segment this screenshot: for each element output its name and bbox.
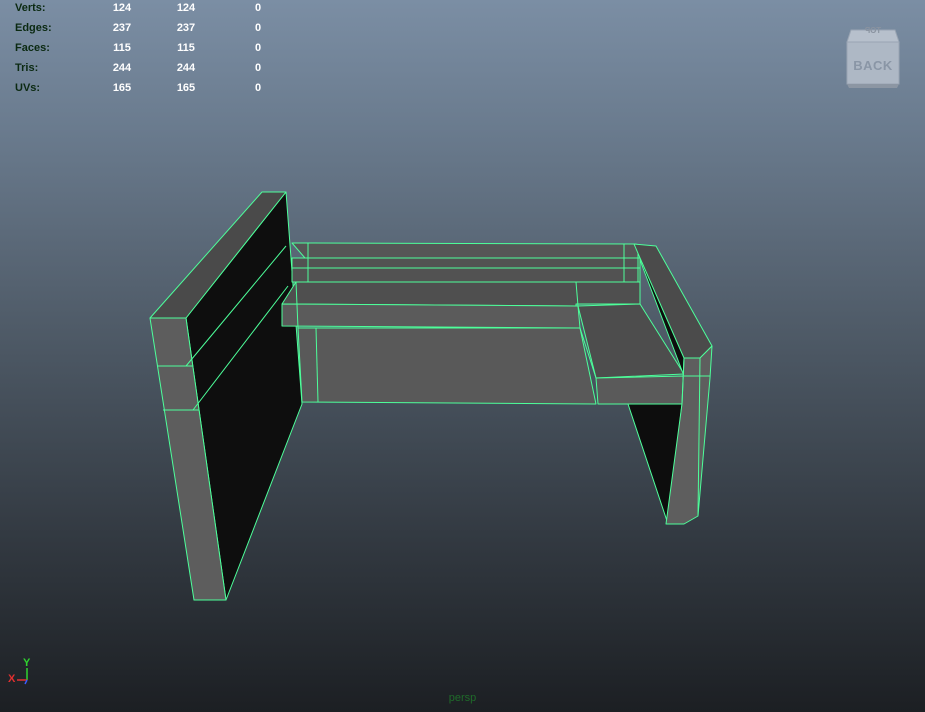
hud-value: 0 [254,62,262,74]
drawer-front [281,303,581,329]
axis-x-label: X [8,673,16,685]
hud-value: 0 [254,22,262,34]
hud-row-uvs: UVs: 165 165 0 [0,80,280,96]
hud-value: 124 [176,2,196,14]
viewcube-back-label[interactable]: BACK [845,58,901,73]
viewcube-top-label[interactable]: TOP [845,26,901,35]
axis-gizmo-icon: Y X [6,656,46,688]
hud-value: 124 [112,2,132,14]
hud-label: Faces: [15,42,50,54]
camera-name-label: persp [448,692,477,704]
hud-value: 165 [176,82,196,94]
hud-value: 165 [112,82,132,94]
desk-body-front [297,327,597,405]
drawer-top [281,281,641,307]
back-rail-front [291,257,641,283]
hud-row-tris: Tris: 244 244 0 [0,60,280,76]
poly-count-hud: Verts: 124 124 0 Edges: 237 237 0 Faces:… [0,0,280,100]
hud-value: 244 [112,62,132,74]
right-block-front [595,375,685,405]
hud-value: 0 [254,42,262,54]
hud-row-faces: Faces: 115 115 0 [0,40,280,56]
hud-value: 0 [254,2,262,14]
viewport-persp[interactable]: Verts: 124 124 0 Edges: 237 237 0 Faces:… [0,0,925,712]
back-rail-top [291,242,657,259]
hud-label: UVs: [15,82,41,94]
hud-value: 115 [177,42,195,54]
hud-value: 237 [112,22,132,34]
hud-value: 244 [176,62,196,74]
hud-row-edges: Edges: 237 237 0 [0,20,280,36]
desk-mesh[interactable] [0,0,925,712]
viewcube-icon[interactable]: TOP BACK [845,24,901,90]
hud-label: Tris: [15,62,39,74]
hud-label: Edges: [15,22,52,34]
hud-value: 237 [176,22,196,34]
axis-y-label: Y [23,657,31,669]
hud-row-verts: Verts: 124 124 0 [0,0,280,16]
hud-value: 115 [113,42,131,54]
hud-label: Verts: [15,2,46,14]
hud-value: 0 [254,82,262,94]
